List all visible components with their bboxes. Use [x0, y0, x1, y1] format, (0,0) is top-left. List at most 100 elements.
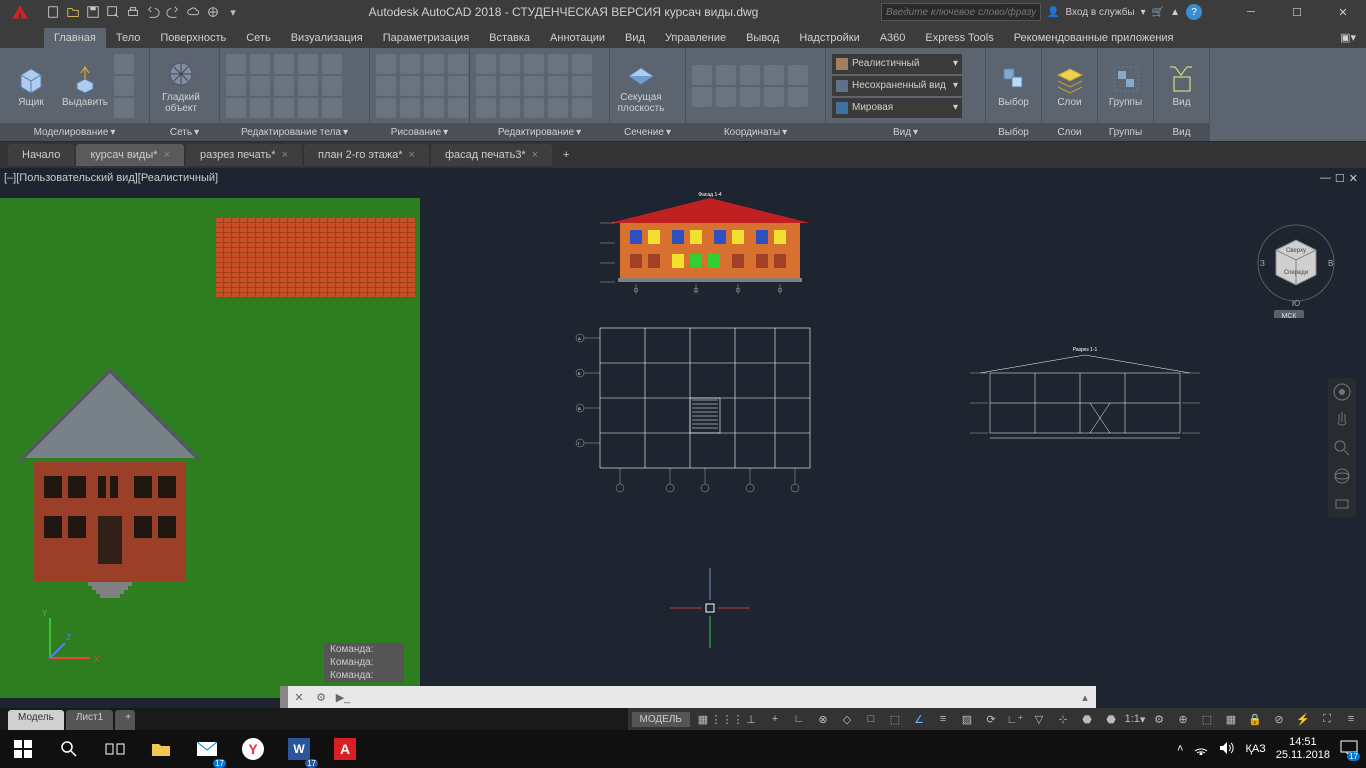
- groups-button[interactable]: Группы: [1104, 63, 1147, 108]
- autocad-taskbar-icon[interactable]: A: [322, 730, 368, 768]
- ortho-icon[interactable]: ∟: [788, 709, 810, 729]
- close-tab-icon[interactable]: ×: [409, 149, 415, 161]
- subtract-icon[interactable]: [250, 54, 270, 74]
- minimize-icon[interactable]: ─: [1228, 0, 1274, 24]
- open-icon[interactable]: [64, 3, 82, 21]
- chamfer-edge-icon[interactable]: [322, 76, 342, 96]
- ucs-origin-icon[interactable]: [716, 87, 736, 107]
- extract-edge-icon[interactable]: [250, 76, 270, 96]
- ucs-y-icon[interactable]: [764, 87, 784, 107]
- vp-maximize-icon[interactable]: ☐: [1335, 172, 1345, 185]
- undo-icon[interactable]: [144, 3, 162, 21]
- circle-icon[interactable]: [424, 54, 444, 74]
- signin-label[interactable]: Вход в службы: [1065, 7, 1134, 18]
- ribbon-tab[interactable]: Поверхность: [150, 28, 236, 48]
- saveas-icon[interactable]: [104, 3, 122, 21]
- network-icon[interactable]: [1193, 741, 1209, 758]
- add-layout-icon[interactable]: +: [115, 710, 135, 730]
- model-tab[interactable]: Модель: [8, 710, 64, 730]
- ribbon-tab[interactable]: A360: [870, 28, 916, 48]
- arc-icon[interactable]: [448, 54, 468, 74]
- search-icon[interactable]: [46, 730, 92, 768]
- transparency-icon[interactable]: ▨: [956, 709, 978, 729]
- line-icon[interactable]: [376, 54, 396, 74]
- polysolid-icon[interactable]: [114, 54, 134, 74]
- ribbon-tab[interactable]: Сеть: [236, 28, 280, 48]
- rectangle-icon[interactable]: [376, 76, 396, 96]
- ucs-dropdown[interactable]: Мировая▾: [832, 98, 962, 118]
- file-tab[interactable]: фасад печать3*×: [431, 144, 552, 166]
- ribbon-tab[interactable]: Express Tools: [915, 28, 1003, 48]
- redo-icon[interactable]: [164, 3, 182, 21]
- cycling-icon[interactable]: ⟳: [980, 709, 1002, 729]
- imprint-icon[interactable]: [274, 76, 294, 96]
- intersect-icon[interactable]: [274, 54, 294, 74]
- scale-icon[interactable]: [572, 76, 592, 96]
- point-icon[interactable]: [376, 98, 396, 118]
- trim-icon[interactable]: [524, 54, 544, 74]
- save-icon[interactable]: [84, 3, 102, 21]
- dynucs-icon[interactable]: ∟⁺: [1004, 709, 1026, 729]
- app-menu[interactable]: [0, 0, 40, 24]
- ribbon-tab[interactable]: Визуализация: [281, 28, 373, 48]
- pan-icon[interactable]: [1332, 410, 1352, 430]
- full-nav-wheel-icon[interactable]: [1332, 382, 1352, 402]
- shell-icon[interactable]: [226, 98, 246, 118]
- slice-icon[interactable]: [322, 54, 342, 74]
- close-tab-icon[interactable]: ×: [164, 149, 170, 161]
- join-icon[interactable]: [572, 98, 592, 118]
- smooth-button[interactable]: Гладкий объект: [156, 58, 206, 114]
- ribbon-tab[interactable]: Вид: [615, 28, 655, 48]
- clean-screen-icon[interactable]: ⛶: [1316, 709, 1338, 729]
- stretch-icon[interactable]: [548, 76, 568, 96]
- file-tab[interactable]: разрез печать*×: [186, 144, 302, 166]
- isolate-icon[interactable]: ⊘: [1268, 709, 1290, 729]
- interfere-icon[interactable]: [298, 54, 318, 74]
- region-icon[interactable]: [400, 98, 420, 118]
- fillet-edge-icon[interactable]: [298, 76, 318, 96]
- taper-icon[interactable]: [250, 98, 270, 118]
- start-button[interactable]: [0, 730, 46, 768]
- separate-icon[interactable]: [298, 98, 318, 118]
- cmdline-history-icon[interactable]: ▴: [1074, 691, 1096, 704]
- rotate-icon[interactable]: [500, 54, 520, 74]
- workspace-switch-icon[interactable]: ⚙: [1148, 709, 1170, 729]
- view-button[interactable]: Вид: [1160, 63, 1203, 108]
- close-tab-icon[interactable]: ×: [282, 149, 288, 161]
- ucs-z-icon[interactable]: [788, 87, 808, 107]
- helix-icon[interactable]: [448, 98, 468, 118]
- signin-icon[interactable]: 👤: [1047, 7, 1059, 18]
- viewport-label[interactable]: [–][Пользовательский вид][Реалистичный]: [4, 172, 218, 184]
- copy-icon[interactable]: [572, 54, 592, 74]
- ucs-x-icon[interactable]: [740, 87, 760, 107]
- 3dosnap-icon[interactable]: ⬚: [884, 709, 906, 729]
- ribbon-tab[interactable]: Надстройки: [789, 28, 869, 48]
- yandex-icon[interactable]: Y: [230, 730, 276, 768]
- tray-up-icon[interactable]: ˄: [1177, 743, 1183, 755]
- file-tab[interactable]: план 2-го этажа*×: [304, 144, 429, 166]
- offset-icon[interactable]: [500, 98, 520, 118]
- cloud-icon[interactable]: [184, 3, 202, 21]
- task-view-icon[interactable]: [92, 730, 138, 768]
- dropdown-icon[interactable]: ▾: [224, 3, 242, 21]
- mirror-icon[interactable]: [476, 76, 496, 96]
- ribbon-tab[interactable]: Параметризация: [373, 28, 479, 48]
- plot-icon[interactable]: [124, 3, 142, 21]
- ribbon-tab[interactable]: Вывод: [736, 28, 789, 48]
- hardware-accel-icon[interactable]: ⚡: [1292, 709, 1314, 729]
- dynamic-input-icon[interactable]: +: [764, 709, 786, 729]
- ucs-indicator[interactable]: X Y Z: [40, 608, 100, 668]
- new-tab-button[interactable]: +: [554, 144, 578, 166]
- file-tab[interactable]: курсач виды*×: [76, 144, 184, 166]
- exchange-icon[interactable]: 🛒: [1152, 7, 1164, 18]
- explode-icon[interactable]: [524, 76, 544, 96]
- language-indicator[interactable]: ҚАЗ: [1245, 743, 1265, 755]
- lock-ui-icon[interactable]: 🔒: [1244, 709, 1266, 729]
- layers-button[interactable]: Слои: [1048, 63, 1091, 108]
- new-icon[interactable]: [44, 3, 62, 21]
- section-plane-button[interactable]: Секущая плоскость: [616, 58, 666, 114]
- polygon-icon[interactable]: [400, 76, 420, 96]
- otrack-icon[interactable]: ∠: [908, 709, 930, 729]
- box-button[interactable]: Ящик: [6, 63, 56, 108]
- osnap-icon[interactable]: □: [860, 709, 882, 729]
